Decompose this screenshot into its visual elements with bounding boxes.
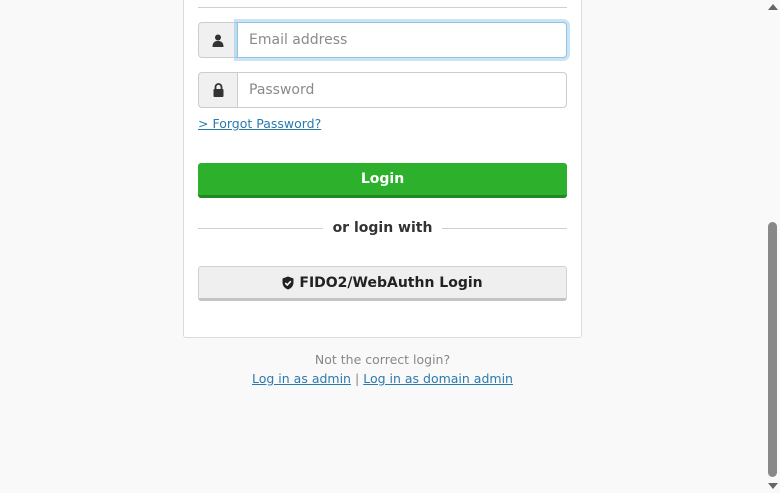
divider-line-left [198, 227, 323, 229]
log-in-as-admin-link[interactable]: Log in as admin [252, 371, 351, 386]
fido2-webauthn-login-button[interactable]: FIDO2/WebAuthn Login [198, 266, 567, 301]
top-divider [198, 7, 567, 8]
shield-check-icon [282, 276, 294, 290]
scroll-up-arrow-icon[interactable] [768, 4, 778, 10]
scroll-down-arrow-icon[interactable] [768, 483, 778, 489]
divider-line-right [442, 227, 567, 229]
login-button[interactable]: Login [198, 163, 567, 198]
forgot-password-link[interactable]: > Forgot Password? [198, 116, 321, 131]
user-icon [198, 22, 237, 58]
fido2-button-label: FIDO2/WebAuthn Login [299, 274, 483, 291]
email-input-group [198, 22, 567, 58]
not-correct-login-text: Not the correct login? [314, 352, 451, 367]
admin-login-links: Log in as admin | Log in as domain admin [183, 371, 582, 386]
divider-text: or login with [332, 220, 433, 236]
scrollbar-thumb[interactable] [768, 222, 777, 477]
vertical-scrollbar[interactable] [765, 0, 780, 493]
link-separator: | [354, 371, 360, 386]
or-login-with-divider: or login with [198, 218, 567, 238]
log-in-as-domain-admin-link[interactable]: Log in as domain admin [363, 371, 513, 386]
password-input-group [198, 72, 567, 108]
password-input[interactable] [237, 72, 567, 108]
lock-icon [198, 72, 237, 108]
email-input[interactable] [237, 22, 567, 58]
